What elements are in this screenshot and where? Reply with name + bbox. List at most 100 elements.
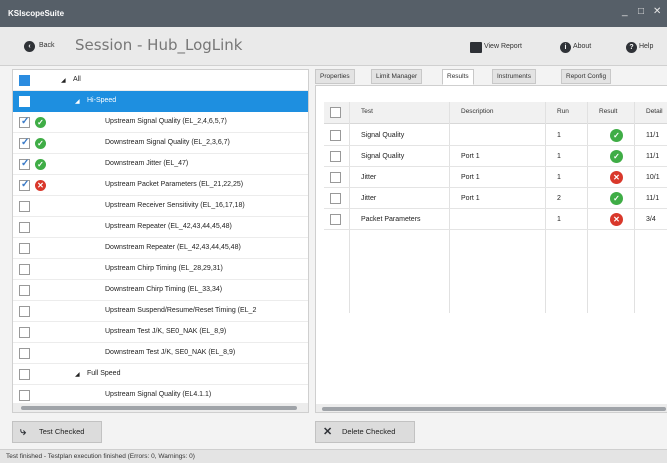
cell-detail: 10/1	[646, 174, 660, 181]
item-checkbox[interactable]	[19, 348, 30, 359]
table-row[interactable]: Packet Parameters 1 3/4 ✕	[324, 209, 667, 230]
item-checkbox[interactable]	[19, 179, 30, 191]
column-detail[interactable]: Detail	[646, 108, 663, 115]
tree-item-row[interactable]: ✕ Upstream Packet Parameters (EL_21,22,25…	[13, 175, 308, 196]
table-row[interactable]: Signal Quality 1 11/1 ✓	[324, 125, 667, 146]
item-checkbox[interactable]	[19, 285, 30, 296]
tree-item-label: Upstream Signal Quality (EL4.1.1)	[105, 391, 212, 398]
tree-group2-row[interactable]: ◢ Full Speed	[13, 364, 308, 385]
item-checkbox[interactable]	[19, 116, 30, 128]
item-checkbox[interactable]	[19, 264, 30, 275]
tree-item-row[interactable]: Downstream Test J/K, SE0_NAK (EL_8,9)	[13, 343, 308, 364]
test-checked-button[interactable]: ⤷ Test Checked	[12, 421, 102, 443]
row-checkbox[interactable]	[330, 172, 341, 183]
help-button[interactable]: ? Help	[626, 39, 653, 55]
column-run[interactable]: Run	[557, 108, 569, 115]
column-test[interactable]: Test	[361, 108, 373, 115]
results-panel: Test Description Run Result Detail Signa…	[315, 85, 667, 413]
delete-checked-button[interactable]: ✕ Delete Checked	[315, 421, 415, 443]
group2-checkbox[interactable]	[19, 369, 30, 380]
back-button[interactable]: ‹ Back	[24, 41, 55, 52]
tree-item-row[interactable]: Upstream Receiver Sensitivity (EL_16,17,…	[13, 196, 308, 217]
tree-item-label: Upstream Receiver Sensitivity (EL_16,17,…	[105, 202, 245, 209]
cell-test: Jitter	[361, 195, 377, 202]
table-row[interactable]: Jitter Port 1 1 10/1 ✕	[324, 167, 667, 188]
item-checkbox[interactable]	[19, 158, 30, 170]
cell-description: Port 1	[461, 153, 480, 160]
tree-root-row[interactable]: ◢ All	[13, 70, 308, 91]
help-label: Help	[638, 43, 654, 50]
collapse-arrow-icon[interactable]: ◢	[75, 98, 80, 105]
view-report-button[interactable]: View Report	[470, 39, 522, 55]
tree-group-label: Hi-Speed	[87, 97, 117, 104]
item-checkbox[interactable]	[19, 222, 30, 233]
collapse-arrow-icon[interactable]: ◢	[75, 371, 80, 378]
check-circle-icon: ✓	[35, 159, 46, 170]
maximize-button[interactable]: □	[638, 6, 644, 17]
tree-item-row[interactable]: Upstream Chirp Timing (EL_28,29,31)	[13, 259, 308, 280]
group-checkbox[interactable]	[19, 96, 30, 107]
back-arrow-icon: ‹	[24, 41, 35, 52]
item-checkbox[interactable]	[19, 243, 30, 254]
x-circle-icon: ✕	[610, 213, 623, 226]
cell-run: 1	[557, 153, 561, 160]
test-tree-panel: ◢ All ◢ Hi-Speed ✓ Upstream Signal Qualit…	[12, 69, 309, 413]
tab-results[interactable]: Results	[442, 69, 474, 85]
table-row[interactable]: Jitter Port 1 2 11/1 ✓	[324, 188, 667, 209]
root-checkbox[interactable]	[19, 75, 30, 86]
select-all-checkbox[interactable]	[330, 107, 341, 118]
row-checkbox[interactable]	[330, 193, 341, 204]
check-circle-icon: ✓	[610, 129, 623, 142]
tab-limit-manager[interactable]: Limit Manager	[371, 69, 423, 84]
tree-item-row[interactable]: ✓ Downstream Jitter (EL_47)	[13, 154, 308, 175]
cell-detail: 11/1	[646, 132, 660, 139]
tab-report-config[interactable]: Report Config	[561, 69, 612, 84]
tree-item-row[interactable]: Downstream Repeater (EL_42,43,44,45,48)	[13, 238, 308, 259]
help-icon: ?	[626, 41, 637, 53]
close-button[interactable]: ✕	[653, 6, 661, 17]
tree-group-row[interactable]: ◢ Hi-Speed	[13, 91, 308, 112]
collapse-arrow-icon[interactable]: ◢	[61, 77, 66, 84]
cell-description: Port 1	[461, 195, 480, 202]
column-description[interactable]: Description	[461, 108, 494, 115]
check-circle-icon: ✓	[35, 117, 46, 128]
tab-properties[interactable]: Properties	[315, 69, 355, 84]
about-button[interactable]: i About	[560, 39, 591, 55]
title-bar: KSIscopeSuite _ □ ✕	[0, 0, 667, 27]
cell-test: Signal Quality	[361, 153, 405, 160]
tree-item-label: Upstream Chirp Timing (EL_28,29,31)	[105, 265, 223, 272]
row-checkbox[interactable]	[330, 214, 341, 225]
item-checkbox[interactable]	[19, 137, 30, 149]
back-label: Back	[39, 42, 55, 49]
tree-item-row[interactable]: Downstream Chirp Timing (EL_33,34)	[13, 280, 308, 301]
table-row[interactable]: Signal Quality Port 1 1 11/1 ✓	[324, 146, 667, 167]
cell-run: 1	[557, 174, 561, 181]
tab-strip: Properties Limit Manager Results Instrum…	[315, 69, 667, 85]
check-circle-icon: ✓	[35, 138, 46, 149]
item-checkbox[interactable]	[19, 201, 30, 212]
tree-item-label: Downstream Signal Quality (EL_2,3,6,7)	[105, 139, 230, 146]
cell-detail: 11/1	[646, 195, 660, 202]
tree-group2-label: Full Speed	[87, 370, 121, 377]
results-hscroll-thumb[interactable]	[322, 407, 666, 411]
tree-item-row[interactable]: Upstream Test J/K, SE0_NAK (EL_8,9)	[13, 322, 308, 343]
tree-item-row[interactable]: Upstream Suspend/Resume/Reset Timing (EL…	[13, 301, 308, 322]
cell-run: 2	[557, 195, 561, 202]
cell-test: Signal Quality	[361, 132, 405, 139]
row-checkbox[interactable]	[330, 130, 341, 141]
cell-run: 1	[557, 216, 561, 223]
tab-instruments[interactable]: Instruments	[492, 69, 536, 84]
tree-item-row[interactable]: ✓ Downstream Signal Quality (EL_2,3,6,7)	[13, 133, 308, 154]
minimize-button[interactable]: _	[622, 6, 628, 17]
cell-description: Port 1	[461, 174, 480, 181]
item-checkbox[interactable]	[19, 306, 30, 317]
tree-item-row[interactable]: ✓ Upstream Signal Quality (EL_2,4,6,5,7)	[13, 112, 308, 133]
item-checkbox[interactable]	[19, 327, 30, 338]
tree-item-row[interactable]: Upstream Repeater (EL_42,43,44,45,48)	[13, 217, 308, 238]
tree-hscroll-thumb[interactable]	[21, 406, 297, 410]
report-icon	[470, 41, 482, 53]
item-checkbox[interactable]	[19, 390, 30, 401]
delete-x-icon: ✕	[323, 426, 333, 438]
row-checkbox[interactable]	[330, 151, 341, 162]
column-result[interactable]: Result	[599, 108, 617, 115]
